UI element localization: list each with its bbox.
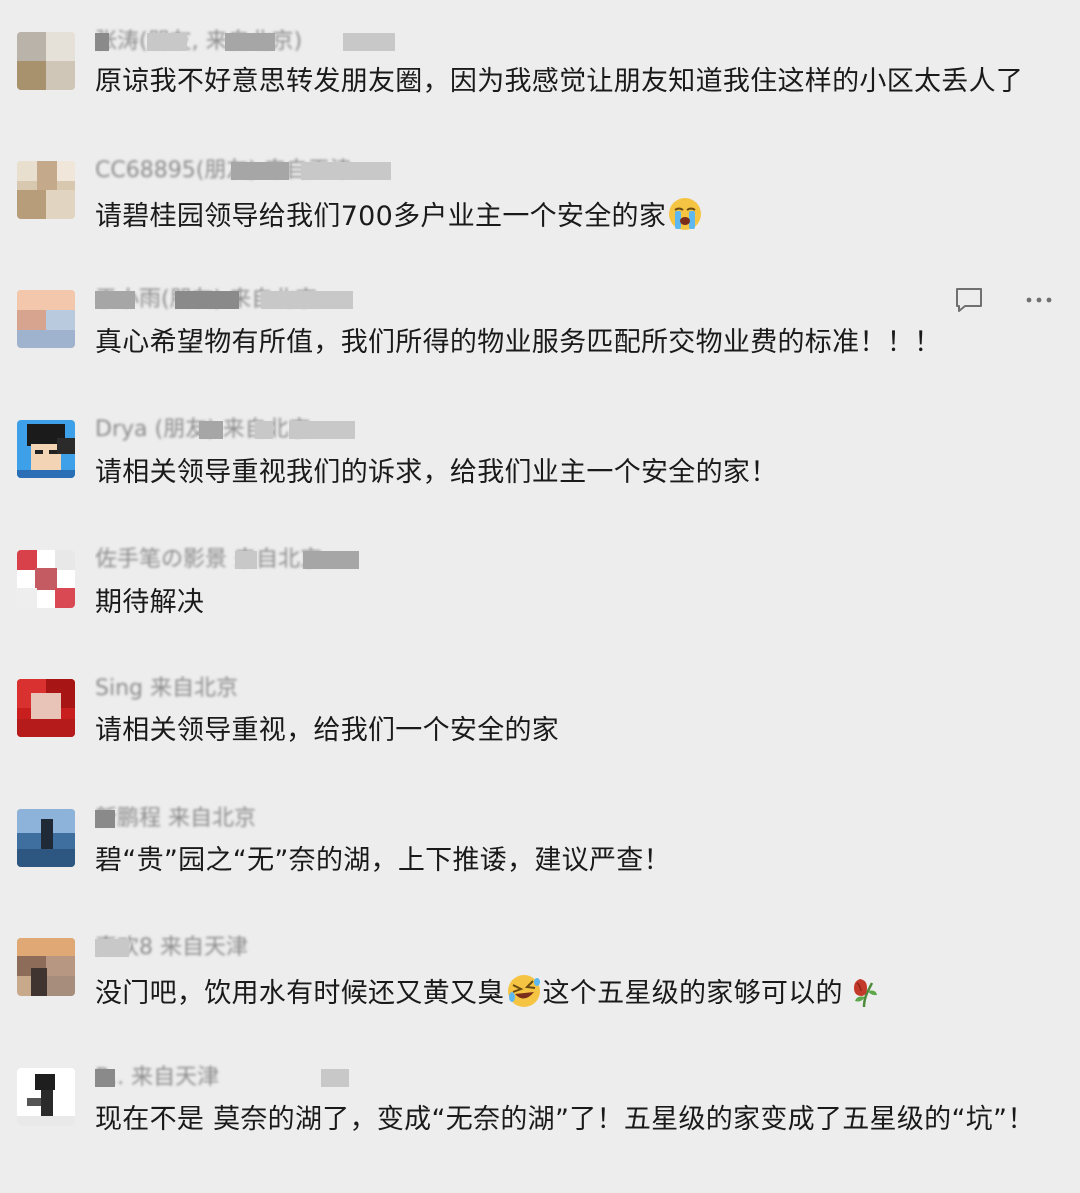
comment-item: Sing 来自北京 请相关领导重视，给我们一个安全的家: [0, 675, 1080, 804]
username[interactable]: 于小雨(朋友) 来自北京: [95, 286, 455, 314]
comment-text: 现在不是 莫奈的湖了，变成“无奈的湖”了！五星级的家变成了五星级的“坑”！: [95, 1104, 1035, 1135]
avatar[interactable]: [17, 290, 75, 348]
comment-text: 期待解决: [95, 587, 205, 618]
username[interactable]: 新鹏程 来自北京: [95, 805, 455, 833]
comment-item: 新鹏程 来自北京 碧“贵”园之“无”奈的湖，上下推诿，建议严查！: [0, 805, 1080, 934]
avatar[interactable]: [17, 161, 75, 219]
username[interactable]: 佐手笔の影景 来自北京: [95, 546, 455, 574]
comment-text: 请相关领导重视，给我们一个安全的家: [95, 715, 560, 746]
comment-text: 没门吧，饮用水有时候还又黄又臭这个五星级的家够可以的wilted-rose: [95, 973, 881, 1019]
username[interactable]: B.. 来自天津: [95, 1064, 455, 1092]
comment-item: 张涛(朋友, 来自北京) 原谅我不好意思转发朋友圈，因为我感觉让朋友知道我住这样…: [0, 28, 1080, 157]
crying-face-emoji-icon: [667, 196, 703, 242]
avatar[interactable]: [17, 550, 75, 608]
username[interactable]: Sing 来自北京: [95, 675, 455, 703]
comment-list: 张涛(朋友, 来自北京) 原谅我不好意思转发朋友圈，因为我感觉让朋友知道我住这样…: [0, 0, 1080, 1156]
avatar[interactable]: [17, 809, 75, 867]
username[interactable]: Drya (朋友) 来自北京: [95, 416, 455, 444]
wilted-rose-emoji-icon: [844, 973, 880, 1019]
comment-item: 佐手笔の影景 来自北京 期待解决: [0, 546, 1080, 675]
comment-text: 请相关领导重视我们的诉求，给我们业主一个安全的家！: [95, 457, 778, 488]
comment-item: 真欢8 来自天津 没门吧，饮用水有时候还又黄又臭这个五星级的家够可以的wilte…: [0, 934, 1080, 1063]
rolling-laughing-face-emoji-icon: [506, 973, 542, 1019]
avatar[interactable]: [17, 32, 75, 90]
more-icon[interactable]: [1024, 287, 1054, 313]
username[interactable]: 真欢8 来自天津: [95, 934, 455, 962]
comment-icon[interactable]: [954, 287, 984, 313]
comment-item: B.. 来自天津 现在不是 莫奈的湖了，变成“无奈的湖”了！五星级的家变成了五星…: [0, 1064, 1080, 1193]
avatar[interactable]: [17, 679, 75, 737]
comment-text: 原谅我不好意思转发朋友圈，因为我感觉让朋友知道我住这样的小区太丢人了: [95, 66, 1024, 97]
comment-text: 真心希望物有所值，我们所得的物业服务匹配所交物业费的标准！！！: [95, 327, 942, 358]
username[interactable]: CC68895(朋友) 来自天津: [95, 157, 455, 185]
username[interactable]: 张涛(朋友, 来自北京): [95, 28, 455, 56]
comment-item: 于小雨(朋友) 来自北京 真心希望物有所值，我们所得的物业服务匹配所交物业费的标…: [0, 286, 1080, 415]
comment-text: 碧“贵”园之“无”奈的湖，上下推诿，建议严查！: [95, 845, 671, 876]
avatar[interactable]: [17, 1068, 75, 1126]
comment-item: Drya (朋友) 来自北京 请相关领导重视我们的诉求，给我们业主一个安全的家！: [0, 416, 1080, 545]
comment-text: 请碧桂园领导给我们700多户业主一个安全的家: [95, 196, 704, 242]
avatar[interactable]: [17, 420, 75, 478]
avatar[interactable]: [17, 938, 75, 996]
comment-item: CC68895(朋友) 来自天津 请碧桂园领导给我们700多户业主一个安全的家: [0, 157, 1080, 286]
